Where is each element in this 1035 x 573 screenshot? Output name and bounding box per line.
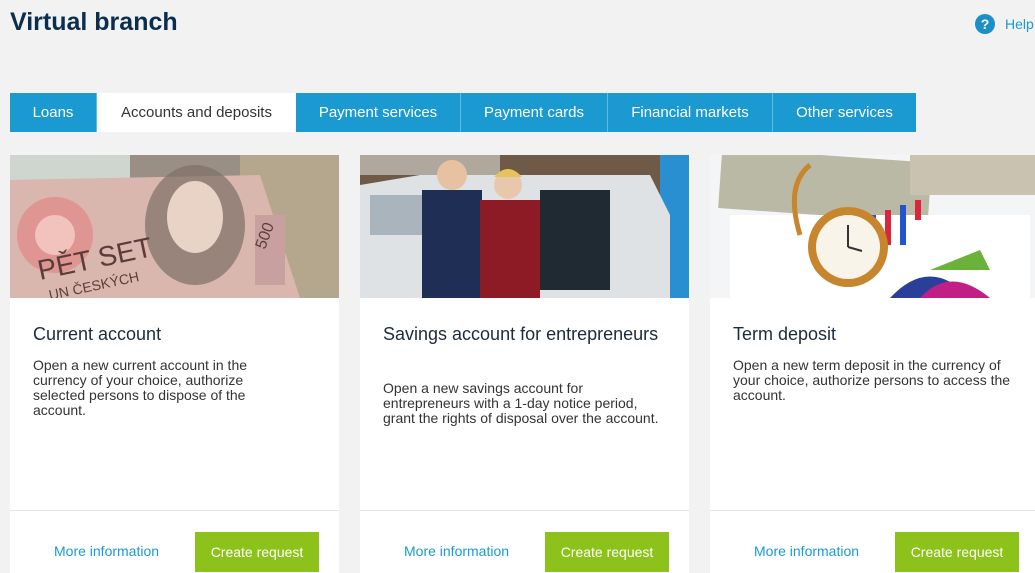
tab-financial-markets[interactable]: Financial markets bbox=[608, 93, 773, 132]
page-title: Virtual branch bbox=[10, 8, 178, 36]
tab-loans[interactable]: Loans bbox=[10, 93, 97, 132]
create-request-button[interactable]: Create request bbox=[545, 532, 669, 572]
help-icon: ? bbox=[975, 14, 995, 34]
service-tabs: Loans Accounts and deposits Payment serv… bbox=[10, 93, 916, 132]
card-title: Savings account for entrepreneurs bbox=[383, 324, 659, 344]
card-divider bbox=[360, 510, 689, 511]
card-description: Open a new savings account for entrepren… bbox=[383, 380, 659, 426]
tab-accounts-and-deposits[interactable]: Accounts and deposits bbox=[97, 93, 296, 132]
card-divider bbox=[710, 510, 1035, 511]
card-term-deposit: Term deposit Open a new term deposit in … bbox=[710, 155, 1035, 573]
more-information-link[interactable]: More information bbox=[54, 543, 159, 559]
entrepreneurs-photo bbox=[360, 155, 689, 298]
card-description: Open a new term deposit in the currency … bbox=[733, 357, 1011, 403]
more-information-link[interactable]: More information bbox=[404, 543, 509, 559]
card-divider bbox=[10, 510, 339, 511]
tab-payment-cards[interactable]: Payment cards bbox=[461, 93, 608, 132]
pocket-watch-image bbox=[710, 155, 1035, 298]
card-title: Current account bbox=[33, 324, 162, 344]
tab-payment-services[interactable]: Payment services bbox=[296, 93, 461, 132]
tab-other-services[interactable]: Other services bbox=[773, 93, 916, 132]
create-request-button[interactable]: Create request bbox=[895, 532, 1019, 572]
card-title: Term deposit bbox=[733, 324, 837, 344]
create-request-button[interactable]: Create request bbox=[195, 532, 319, 572]
help-link[interactable]: ? Help bbox=[975, 14, 1034, 34]
help-label: Help bbox=[1005, 16, 1034, 32]
card-savings-account: Savings account for entrepreneurs Open a… bbox=[360, 155, 689, 573]
card-current-account: PĚT SET UN ČESKÝCH 500 Current account O… bbox=[10, 155, 339, 573]
card-description: Open a new current account in the curren… bbox=[33, 357, 248, 418]
banknote-image: PĚT SET UN ČESKÝCH 500 bbox=[10, 155, 339, 298]
more-information-link[interactable]: More information bbox=[754, 543, 859, 559]
